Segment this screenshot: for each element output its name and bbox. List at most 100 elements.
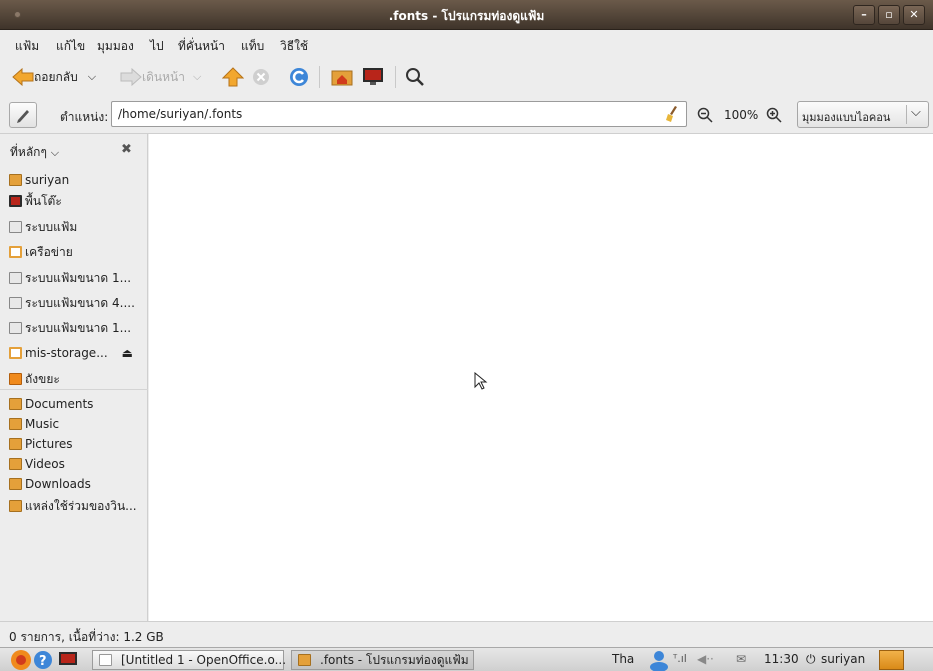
sidebar-item-music[interactable]: Music xyxy=(9,415,59,433)
zoom-in-icon[interactable] xyxy=(766,107,782,123)
document-icon xyxy=(99,654,112,666)
file-view[interactable] xyxy=(149,134,933,621)
sidebar-item-label: suriyan xyxy=(25,173,70,187)
computer-icon xyxy=(363,68,383,85)
workspace-switcher[interactable] xyxy=(879,650,904,670)
sidebar-item-label: Downloads xyxy=(25,477,91,491)
sidebar-item-mis-storage[interactable]: mis-storage... ⏏ xyxy=(9,344,133,362)
view-mode-value: มุมมองแบบไอคอน xyxy=(802,111,891,124)
pencil-icon xyxy=(17,110,29,123)
menu-tabs[interactable]: แท็บ xyxy=(241,37,264,56)
minimize-button[interactable]: – xyxy=(853,5,875,25)
sidebar-item-volume-3[interactable]: ระบบแฟ้มขนาด 1... xyxy=(9,319,131,337)
user-name[interactable]: suriyan xyxy=(821,652,865,666)
stop-icon xyxy=(253,69,269,85)
power-icon[interactable]: ⏻ xyxy=(806,652,816,667)
menu-bar: แฟ้ม แก้ไข มุมมอง ไป ที่คั่นหน้า แท็บ วิ… xyxy=(0,30,933,58)
toolbar-separator xyxy=(395,66,396,88)
mail-icon[interactable]: ✉ xyxy=(736,652,746,666)
sidebar-item-label: Videos xyxy=(25,457,65,471)
chevron-down-icon: ⌵ xyxy=(50,146,60,159)
network-share-icon xyxy=(9,347,22,359)
chevron-down-icon[interactable]: ⌵ xyxy=(193,70,201,84)
sidebar-item-label: Documents xyxy=(25,397,94,411)
select-separator xyxy=(906,105,907,124)
zoom-out-icon[interactable] xyxy=(697,107,713,123)
trash-icon xyxy=(9,373,22,385)
forward-arrow-icon xyxy=(120,68,142,86)
menu-bookmarks[interactable]: ที่คั่นหน้า xyxy=(178,37,225,56)
home-folder-icon xyxy=(9,174,22,186)
sidebar-item-pictures[interactable]: Pictures xyxy=(9,435,73,453)
sidebar-item-network[interactable]: เครือข่าย xyxy=(9,243,73,261)
drive-icon xyxy=(9,297,22,309)
location-input[interactable]: /home/suriyan/.fonts xyxy=(111,101,687,127)
reload-button[interactable] xyxy=(288,64,310,90)
keyboard-layout[interactable]: Tha xyxy=(612,652,634,666)
maximize-button[interactable]: ▫ xyxy=(878,5,900,25)
home-button[interactable] xyxy=(331,64,353,90)
main-menu-icon[interactable] xyxy=(10,649,32,671)
task-openoffice[interactable]: [Untitled 1 - OpenOffice.o... xyxy=(92,650,287,670)
task-label: [Untitled 1 - OpenOffice.o... xyxy=(121,653,287,667)
sidebar-item-label: ระบบแฟ้ม xyxy=(25,219,78,234)
sidebar-item-trash[interactable]: ถังขยะ xyxy=(9,370,60,388)
up-button[interactable] xyxy=(222,64,244,90)
sidebar-item-desktop[interactable]: พื้นโต๊ะ xyxy=(9,192,62,210)
volume-icon[interactable]: ◀·· xyxy=(697,652,714,666)
stop-button[interactable] xyxy=(251,64,271,90)
videos-folder-icon xyxy=(9,458,22,470)
close-sidebar-icon[interactable]: ✖ xyxy=(121,142,132,157)
zoom-level[interactable]: 100% xyxy=(724,108,758,122)
task-file-browser[interactable]: .fonts - โปรแกรมท่องดูแฟ้ม xyxy=(291,650,474,670)
sidebar-item-label: พื้นโต๊ะ xyxy=(25,193,62,208)
help-icon[interactable]: ? xyxy=(33,650,53,670)
forward-label: เดินหน้า xyxy=(142,69,185,84)
menu-edit[interactable]: แก้ไข xyxy=(56,37,85,56)
toolbar: ถอยกลับ ⌵ เดินหน้า ⌵ xyxy=(0,58,933,96)
sidebar-item-filesystem[interactable]: ระบบแฟ้ม xyxy=(9,218,77,236)
window-title: .fonts - โปรแกรมท่องดูแฟ้ม xyxy=(388,9,545,23)
sidebar-header-select[interactable]: ที่หลักๆ ⌵ xyxy=(10,143,59,162)
reload-icon xyxy=(290,68,308,86)
network-signal-icon[interactable]: ᵀ.ıl xyxy=(673,652,687,665)
sidebar-item-home[interactable]: suriyan xyxy=(9,171,69,189)
show-desktop-icon[interactable] xyxy=(58,651,78,669)
back-button[interactable]: ถอยกลับ ⌵ xyxy=(12,64,96,90)
view-mode-select[interactable]: มุมมองแบบไอคอน ⌵ xyxy=(797,101,929,128)
taskbar: ? [Untitled 1 - OpenOffice.o... .fonts -… xyxy=(0,647,933,671)
computer-button[interactable] xyxy=(361,64,385,90)
network-icon xyxy=(9,246,22,258)
location-label: ตำแหน่ง: xyxy=(60,110,109,124)
sidebar-item-label: Pictures xyxy=(25,437,73,451)
search-button[interactable] xyxy=(405,64,425,90)
sidebar-item-windows-share[interactable]: แหล่งใช้ร่วมของวิน... xyxy=(9,497,137,515)
eject-icon[interactable]: ⏏ xyxy=(122,346,133,360)
downloads-folder-icon xyxy=(9,478,22,490)
back-label: ถอยกลับ xyxy=(34,69,78,84)
toggle-location-button[interactable] xyxy=(9,102,37,128)
sidebar-item-videos[interactable]: Videos xyxy=(9,455,65,473)
toolbar-separator xyxy=(319,66,320,88)
menu-go[interactable]: ไป xyxy=(150,37,164,56)
music-folder-icon xyxy=(9,418,22,430)
clear-brush-icon[interactable] xyxy=(664,105,680,123)
sidebar-item-downloads[interactable]: Downloads xyxy=(9,475,91,493)
chevron-down-icon[interactable]: ⌵ xyxy=(88,70,96,84)
clock[interactable]: 11:30 xyxy=(764,652,799,666)
menu-file[interactable]: แฟ้ม xyxy=(15,37,39,56)
user-status-icon[interactable] xyxy=(648,649,670,671)
sidebar-item-label: Music xyxy=(25,417,60,431)
sidebar-header-label: ที่หลักๆ xyxy=(10,145,47,159)
menu-view[interactable]: มุมมอง xyxy=(97,37,134,56)
menu-help[interactable]: วิธีใช้ xyxy=(280,37,308,56)
sidebar-divider xyxy=(0,389,148,390)
close-button[interactable]: ✕ xyxy=(903,5,925,25)
sidebar: ที่หลักๆ ⌵ ✖ suriyan พื้นโต๊ะ ระบบแฟ้ม เ… xyxy=(0,134,148,621)
chevron-down-icon: ⌵ xyxy=(911,105,921,120)
sidebar-item-label: ระบบแฟ้มขนาด 1... xyxy=(25,320,132,335)
forward-button[interactable]: เดินหน้า ⌵ xyxy=(120,64,201,90)
sidebar-item-documents[interactable]: Documents xyxy=(9,395,93,413)
sidebar-item-volume-2[interactable]: ระบบแฟ้มขนาด 4.... xyxy=(9,294,135,312)
sidebar-item-volume-1[interactable]: ระบบแฟ้มขนาด 1... xyxy=(9,269,131,287)
